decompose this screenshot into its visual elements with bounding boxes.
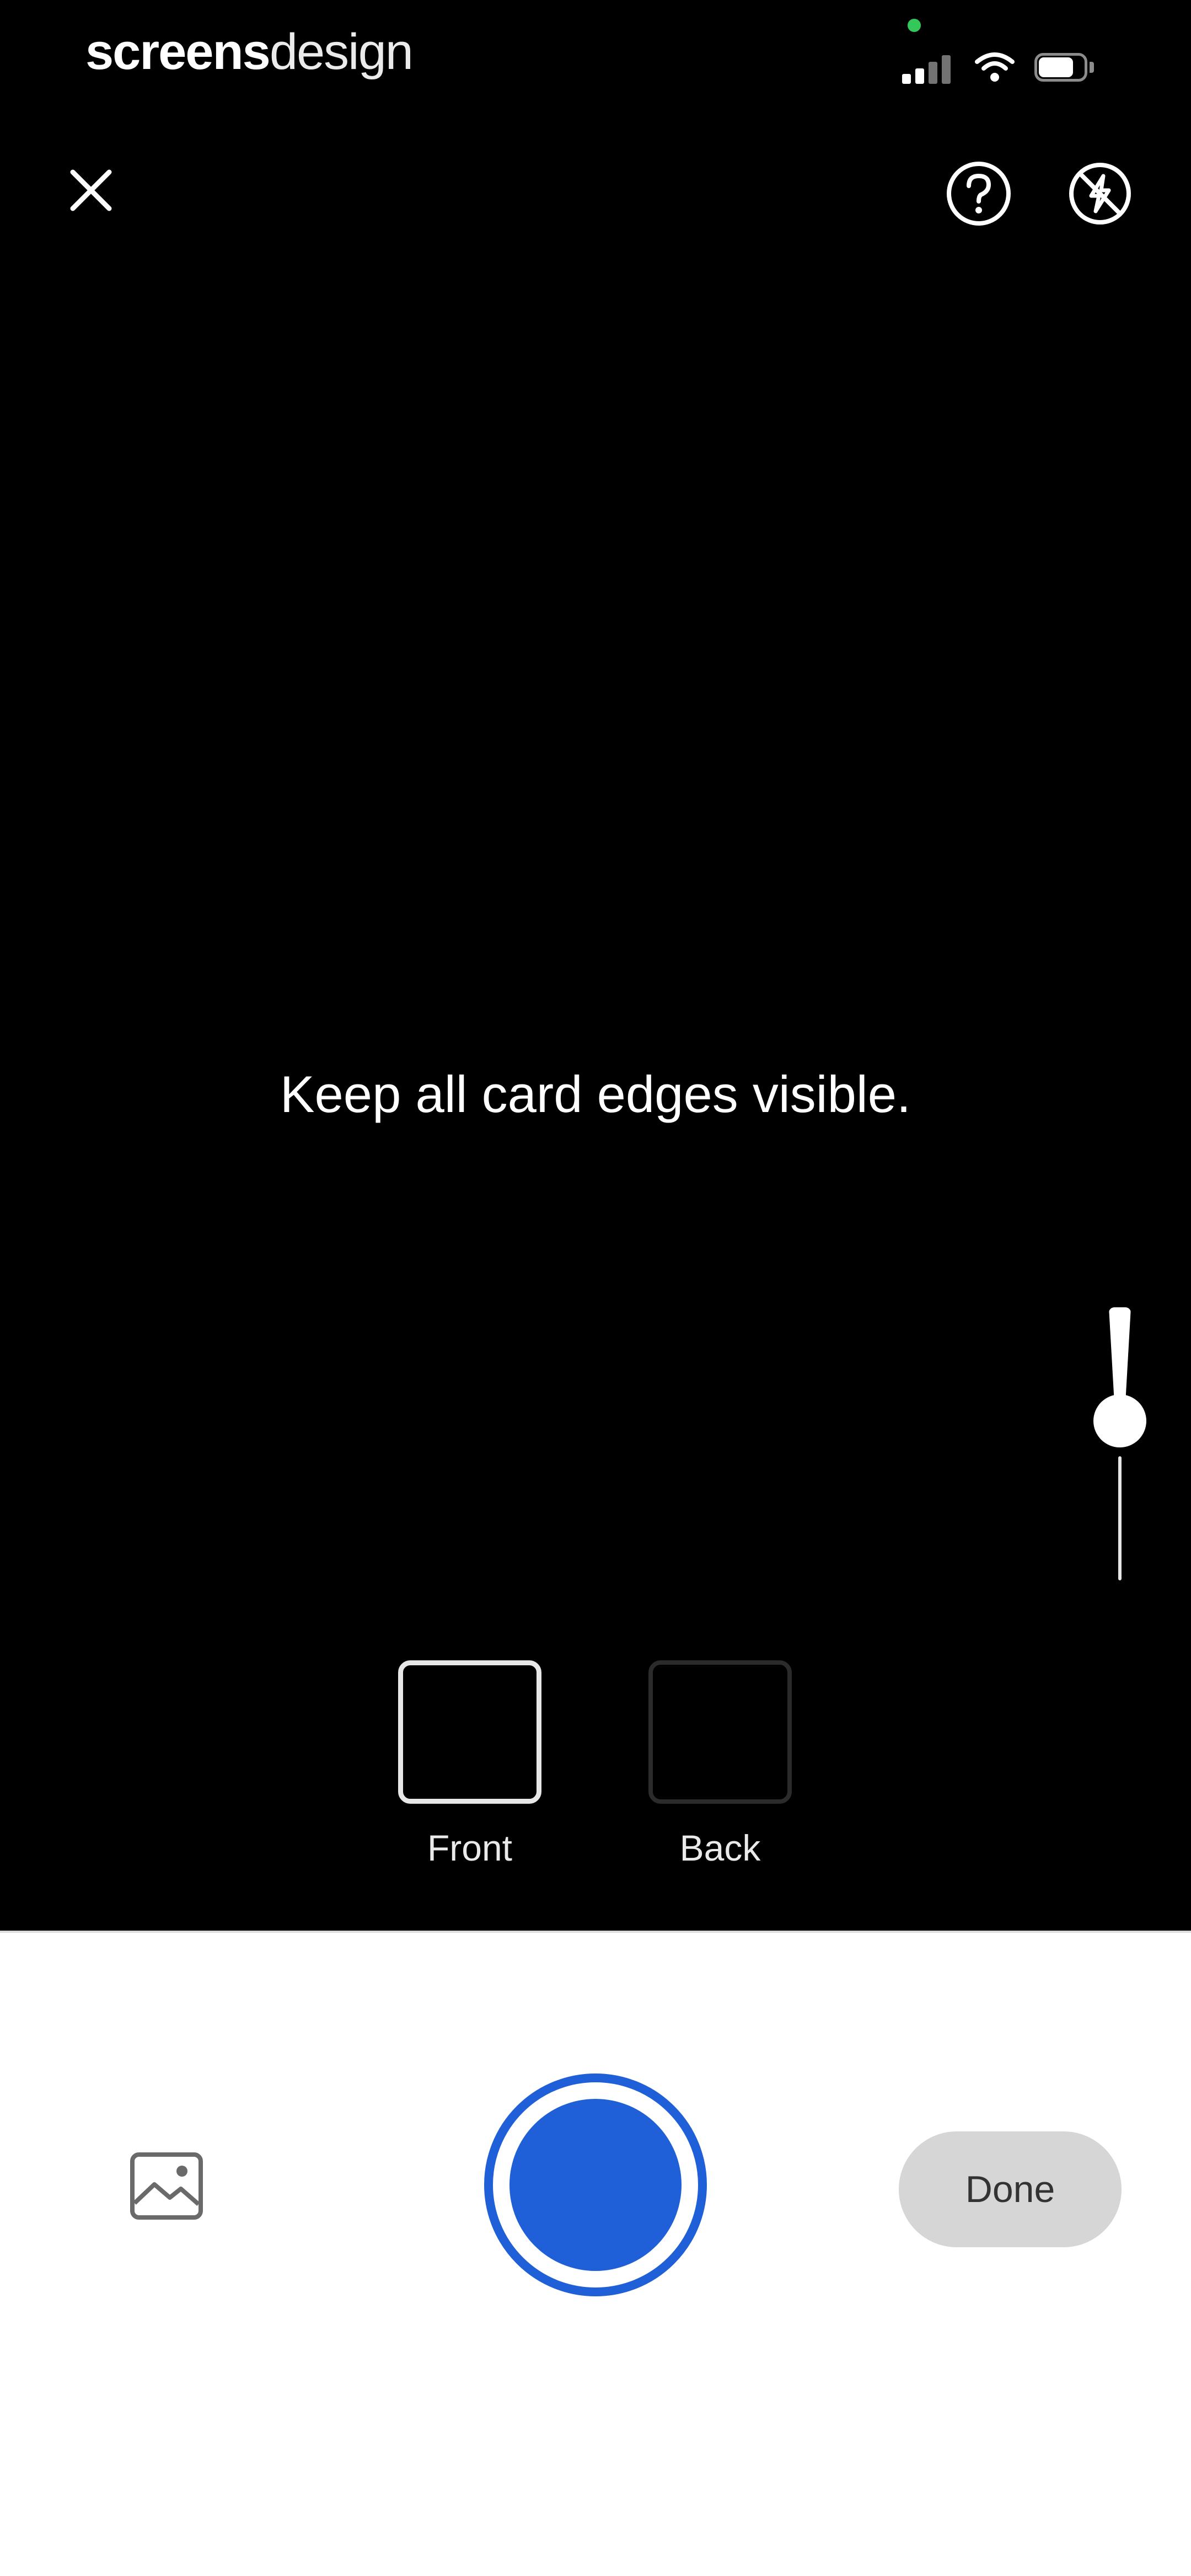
done-button[interactable]: Done — [899, 2131, 1122, 2247]
card-scan-screen: screensdesign Keep all card edges visibl… — [0, 0, 1191, 2576]
signal-icon — [902, 51, 957, 84]
recording-indicator-dot — [908, 19, 921, 32]
image-icon — [130, 2152, 203, 2220]
watermark-logo: screensdesign — [85, 24, 414, 80]
help-icon — [947, 162, 1011, 226]
back-slot-label: Back — [679, 1827, 761, 1868]
gallery-button[interactable] — [122, 2145, 211, 2227]
close-icon — [70, 169, 112, 211]
close-button[interactable] — [55, 154, 127, 226]
flash-toggle-button[interactable] — [1064, 158, 1136, 229]
battery-icon — [1034, 53, 1095, 82]
wifi-icon — [975, 51, 1015, 84]
front-slot-label: Front — [427, 1827, 513, 1868]
instruction-text: Keep all card edges visible. — [280, 1065, 911, 1123]
zoom-slider-handle[interactable] — [1093, 1394, 1146, 1447]
zoom-slider[interactable] — [1089, 1302, 1150, 1589]
flash-off-icon — [1069, 163, 1131, 225]
capture-controls-panel: Done — [0, 1931, 1191, 2576]
zoom-track-lower — [1118, 1456, 1122, 1580]
front-capture-slot[interactable] — [398, 1660, 541, 1804]
battery-level-fill — [1039, 57, 1073, 77]
help-button[interactable] — [943, 158, 1015, 229]
shutter-button-core — [509, 2099, 682, 2271]
camera-viewfinder: screensdesign Keep all card edges visibl… — [0, 0, 1191, 1931]
back-capture-slot[interactable] — [648, 1660, 792, 1804]
shutter-button[interactable] — [484, 2073, 707, 2296]
